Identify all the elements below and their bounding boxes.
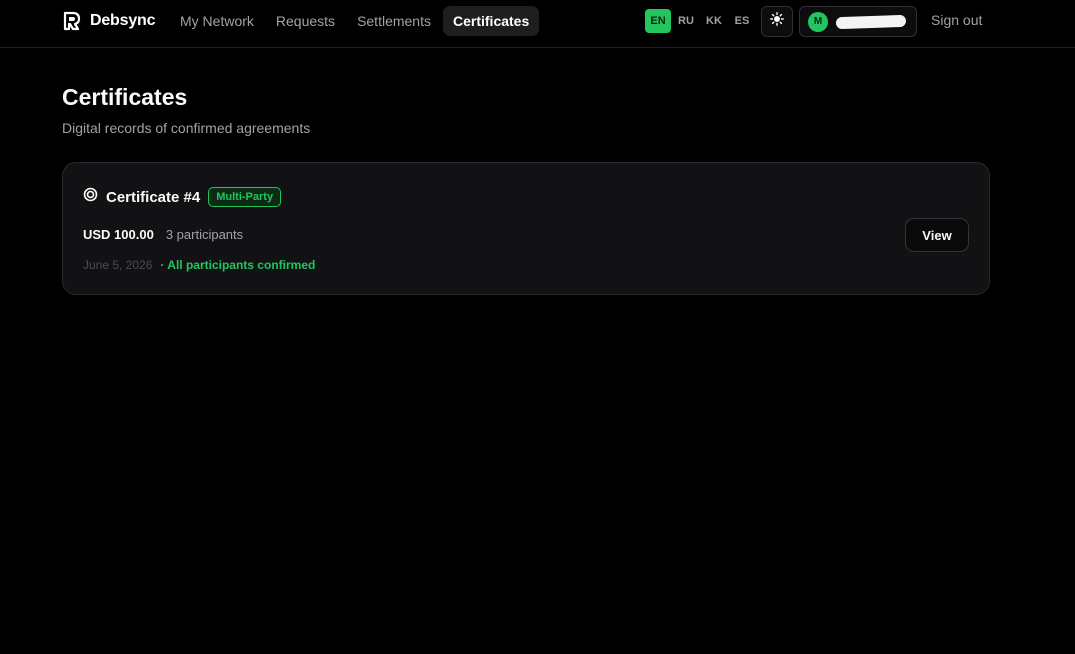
lang-ru-button[interactable]: RU — [673, 9, 699, 33]
certificate-amount-row: USD 100.00 3 participants — [83, 227, 243, 242]
nav-item-requests[interactable]: Requests — [266, 6, 345, 36]
brand[interactable]: Debsync — [62, 10, 155, 32]
user-menu-button[interactable]: M — [799, 6, 917, 37]
avatar: M — [808, 11, 828, 32]
nav-item-settlements[interactable]: Settlements — [347, 6, 441, 36]
main-nav: My Network Requests Settlements Certific… — [170, 6, 540, 36]
username-redacted — [835, 14, 907, 29]
participant-count: 3 participants — [165, 227, 244, 242]
certificate-title: Certificate #4 — [106, 188, 201, 206]
lang-en-button[interactable]: EN — [645, 9, 671, 33]
certificate-card: Certificate #4 Multi-Party USD 100.00 3 … — [62, 162, 990, 295]
brand-name: Debsync — [90, 12, 156, 29]
certificate-amount: USD 100.00 — [83, 227, 154, 242]
lang-kk-button[interactable]: KK — [701, 9, 727, 33]
sun-icon — [770, 12, 784, 31]
lang-es-button[interactable]: ES — [729, 9, 755, 33]
debsync-logo-icon — [62, 11, 82, 31]
page-title: Certificates — [62, 84, 188, 110]
page-subtitle: Digital records of confirmed agreements — [62, 120, 311, 136]
confirmation-status: · All participants confirmed — [160, 258, 316, 272]
language-switcher: EN RU KK ES — [645, 9, 755, 33]
view-certificate-button[interactable]: View — [905, 218, 969, 252]
sign-out-button[interactable]: Sign out — [931, 12, 982, 28]
certificate-date: June 5, 2026 — [83, 258, 153, 272]
theme-toggle-button[interactable] — [761, 6, 793, 37]
multi-party-badge: Multi-Party — [208, 187, 282, 207]
certificate-meta-row: June 5, 2026 · All participants confirme… — [83, 258, 315, 272]
nav-item-my-network[interactable]: My Network — [170, 6, 264, 36]
certificate-header: Certificate #4 Multi-Party — [83, 187, 282, 207]
nav-item-certificates[interactable]: Certificates — [443, 6, 540, 36]
certificate-icon — [83, 187, 98, 207]
top-navbar: Debsync My Network Requests Settlements … — [0, 0, 1075, 48]
